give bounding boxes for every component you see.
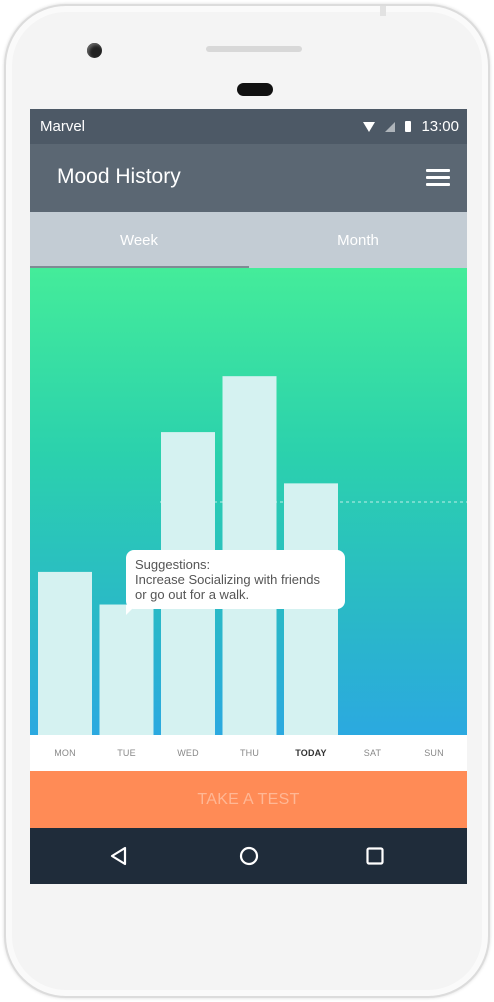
front-camera bbox=[87, 43, 102, 58]
status-icons: 13:00 bbox=[363, 118, 459, 135]
day-label-sat[interactable]: SAT bbox=[345, 748, 401, 758]
menu-icon[interactable] bbox=[426, 169, 450, 187]
recent-apps-icon[interactable] bbox=[363, 844, 387, 868]
status-bar: Marvel 13:00 bbox=[30, 109, 467, 144]
day-label-wed[interactable]: WED bbox=[160, 748, 216, 758]
page-title: Mood History bbox=[57, 165, 181, 188]
day-label-thu[interactable]: THU bbox=[222, 748, 278, 758]
signal-icon bbox=[385, 121, 396, 132]
tooltip-tail bbox=[126, 605, 136, 615]
home-icon[interactable] bbox=[237, 844, 261, 868]
mood-chart-svg bbox=[38, 376, 467, 735]
day-axis: MON TUE WED THU TODAY SAT SUN bbox=[30, 735, 467, 771]
day-label-sun[interactable]: SUN bbox=[406, 748, 462, 758]
tab-week[interactable]: Week bbox=[30, 212, 248, 268]
screen: Marvel 13:00 Mood History Week Month Sug… bbox=[30, 109, 467, 884]
android-nav-bar bbox=[30, 828, 467, 884]
battery-icon bbox=[405, 121, 412, 132]
suggestion-tooltip: Suggestions: Increase Socializing with f… bbox=[126, 550, 345, 609]
speaker-grille bbox=[206, 46, 302, 52]
day-label-tue[interactable]: TUE bbox=[99, 748, 155, 758]
status-time: 13:00 bbox=[421, 118, 459, 135]
day-label-mon[interactable]: MON bbox=[37, 748, 93, 758]
take-test-button[interactable]: TAKE A TEST bbox=[30, 771, 467, 828]
bar-mon[interactable] bbox=[38, 571, 92, 735]
wifi-icon bbox=[363, 121, 376, 132]
phone-side-button bbox=[380, 6, 386, 16]
earpiece bbox=[237, 83, 273, 96]
tab-bar: Week Month bbox=[30, 212, 467, 268]
tooltip-title: Suggestions: bbox=[135, 557, 211, 572]
tooltip-line-1: Increase Socializing with friends bbox=[135, 572, 320, 587]
back-icon[interactable] bbox=[107, 844, 131, 868]
bar-today[interactable] bbox=[284, 483, 338, 735]
tab-month[interactable]: Month bbox=[249, 212, 467, 268]
day-label-today[interactable]: TODAY bbox=[283, 748, 339, 758]
carrier-name: Marvel bbox=[40, 118, 86, 135]
bar-tue[interactable] bbox=[99, 604, 154, 735]
tooltip-line-2: or go out for a walk. bbox=[135, 587, 250, 602]
app-bar: Mood History bbox=[30, 144, 467, 212]
mood-chart: Suggestions: Increase Socializing with f… bbox=[30, 268, 467, 735]
